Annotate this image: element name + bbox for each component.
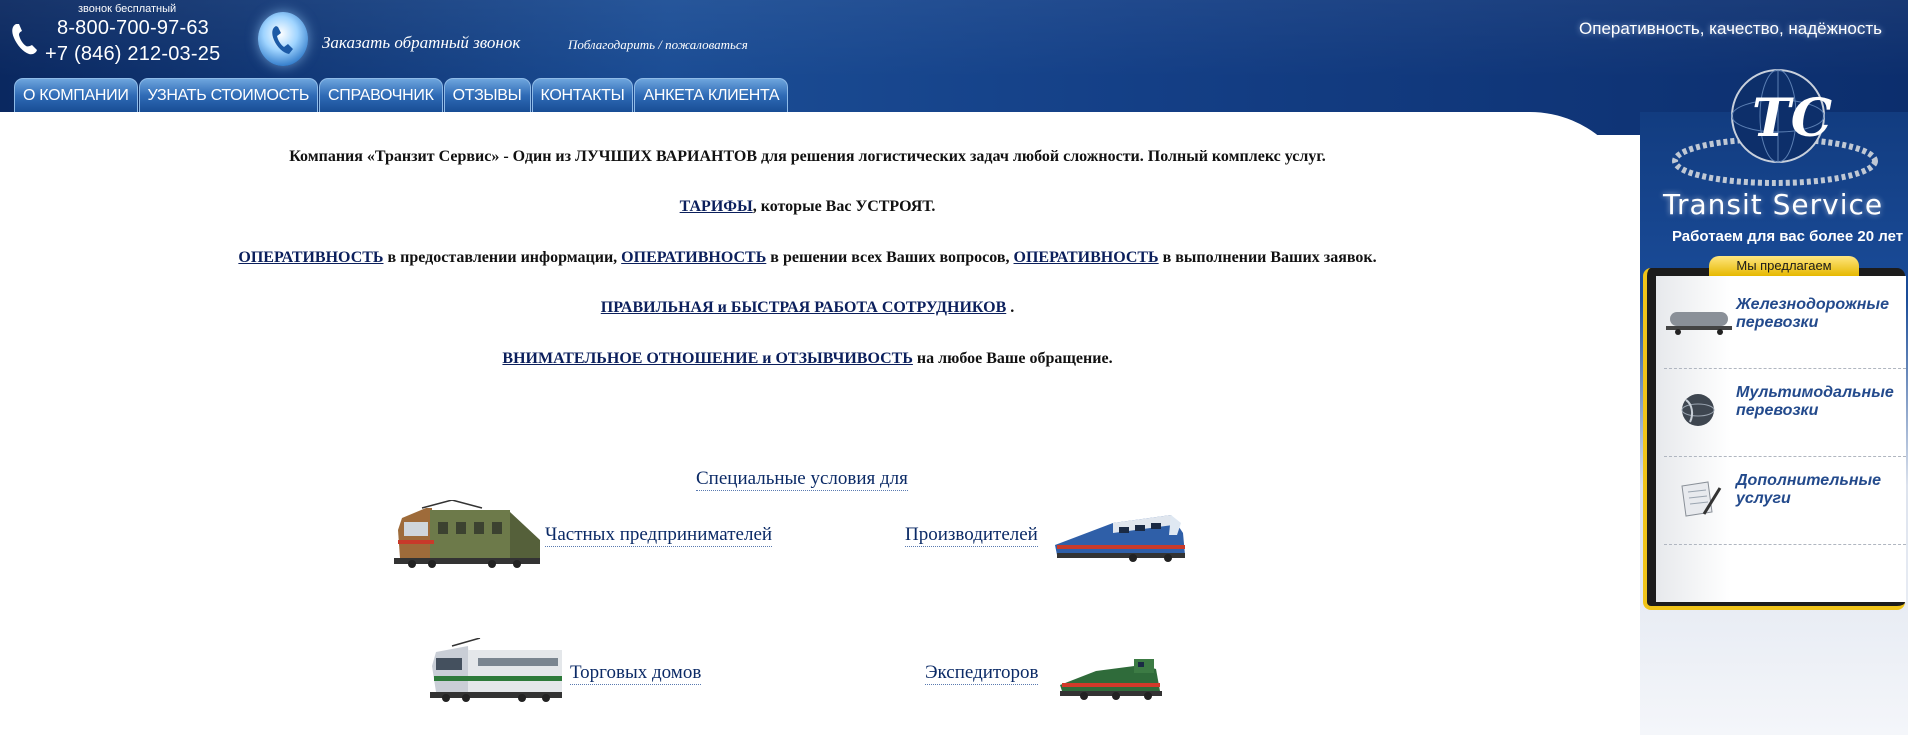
- tank-wagon-icon: [1666, 312, 1732, 335]
- tariffs-line: ТАРИФЫ, которые Вас УСТРОЯТ.: [0, 198, 1615, 216]
- offer-additional-line2: услуги: [1736, 490, 1791, 507]
- efficiency-link-1[interactable]: ОПЕРАТИВНОСТЬ: [238, 249, 383, 266]
- offer-rail-line2: перевозки: [1736, 314, 1819, 331]
- staff-line: ПРАВИЛЬНАЯ и БЫСТРАЯ РАБОТА СОТРУДНИКОВ …: [0, 299, 1615, 317]
- efficiency-text-3: в выполнении Ваших заявок.: [1158, 249, 1377, 266]
- offer-title: Мы предлагаем: [1709, 256, 1859, 276]
- attention-text: на любое Ваше обращение.: [912, 350, 1113, 367]
- documents-icon: [1681, 481, 1722, 517]
- staff-link[interactable]: ПРАВИЛЬНАЯ и БЫСТРАЯ РАБОТА СОТРУДНИКОВ: [601, 299, 1006, 316]
- offer-rail-label: Железнодорожные перевозки: [1736, 296, 1889, 332]
- diesel-locomotive-icon: [1055, 515, 1185, 562]
- special-conditions-title[interactable]: Специальные условия для: [696, 468, 908, 491]
- segment-forwarders[interactable]: Экспедиторов: [925, 662, 1039, 685]
- nav-item-client-form[interactable]: АНКЕТА КЛИЕНТА: [634, 78, 789, 112]
- efficiency-link-3[interactable]: ОПЕРАТИВНОСТЬ: [1014, 249, 1159, 266]
- passenger-train-icon: [430, 638, 562, 702]
- nav-item-reference[interactable]: СПРАВОЧНИК: [319, 78, 443, 112]
- offer-multimodal-label: Мультимодальные перевозки: [1736, 384, 1894, 420]
- intro-line: Компания «Транзит Сервис» - Один из ЛУЧШ…: [289, 148, 1326, 165]
- segment-entrepreneurs[interactable]: Частных предпринимателей: [545, 524, 773, 547]
- callback-phone-icon[interactable]: [258, 12, 308, 66]
- efficiency-text-1: в предоставлении информации,: [383, 249, 622, 266]
- segment-trading-houses[interactable]: Торговых домов: [570, 662, 702, 685]
- company-logo: ТС: [1672, 69, 1878, 186]
- callback-link[interactable]: Заказать обратный звонок: [322, 33, 520, 53]
- efficiency-link-2[interactable]: ОПЕРАТИВНОСТЬ: [621, 249, 766, 266]
- free-call-label: звонок бесплатный: [78, 3, 177, 15]
- header-slogan: Оперативность, качество, надёжность: [1579, 19, 1882, 38]
- offer-multimodal-line2: перевозки: [1736, 402, 1819, 419]
- nav-item-reviews[interactable]: ОТЗЫВЫ: [443, 78, 531, 112]
- attention-line: ВНИМАТЕЛЬНОЕ ОТНОШЕНИЕ и ОТЗЫВЧИВОСТЬ на…: [0, 350, 1615, 368]
- tariffs-link[interactable]: ТАРИФЫ: [680, 198, 753, 215]
- globe-icon: [1681, 394, 1715, 426]
- logo-letters: ТС: [1752, 88, 1832, 149]
- efficiency-line: ОПЕРАТИВНОСТЬ в предоставлении информаци…: [0, 249, 1615, 267]
- nav-item-contacts[interactable]: КОНТАКТЫ: [531, 78, 634, 112]
- offer-additional[interactable]: Дополнительные услуги: [1664, 458, 1906, 545]
- phone-number-tollfree[interactable]: 8-800-700-97-63: [57, 17, 209, 40]
- brand-years: Работаем для вас более 20 лет: [1672, 228, 1904, 245]
- offer-multimodal[interactable]: Мультимодальные перевозки: [1664, 370, 1906, 457]
- offer-rail-line1: Железнодорожные: [1736, 296, 1889, 313]
- offer-rail-transport[interactable]: Железнодорожные перевозки: [1664, 282, 1906, 369]
- nav-item-about[interactable]: О КОМПАНИИ: [14, 78, 138, 112]
- electric-locomotive-icon: [394, 500, 540, 568]
- segment-manufacturers[interactable]: Производителей: [905, 524, 1038, 547]
- attention-link[interactable]: ВНИМАТЕЛЬНОЕ ОТНОШЕНИЕ и ОТЗЫВЧИВОСТЬ: [502, 350, 913, 367]
- main-nav: О КОМПАНИИ УЗНАТЬ СТОИМОСТЬ СПРАВОЧНИК О…: [14, 78, 789, 112]
- efficiency-text-2: в решении всех Ваших вопросов,: [766, 249, 1014, 266]
- brand-name: Transit Service: [1663, 188, 1884, 221]
- offer-multimodal-line1: Мультимодальные: [1736, 384, 1894, 401]
- phone-icon: [12, 24, 37, 55]
- feedback-link[interactable]: Поблагодарить / пожаловаться: [568, 37, 748, 53]
- shunting-locomotive-icon: [1060, 659, 1162, 700]
- staff-text: .: [1006, 299, 1015, 316]
- phone-number-city[interactable]: +7 (846) 212-03-25: [45, 43, 220, 66]
- offer-additional-label: Дополнительные услуги: [1736, 472, 1881, 508]
- offer-additional-line1: Дополнительные: [1736, 472, 1882, 489]
- nav-item-price[interactable]: УЗНАТЬ СТОИМОСТЬ: [138, 78, 319, 112]
- tariffs-text: , которые Вас УСТРОЯТ.: [752, 198, 936, 215]
